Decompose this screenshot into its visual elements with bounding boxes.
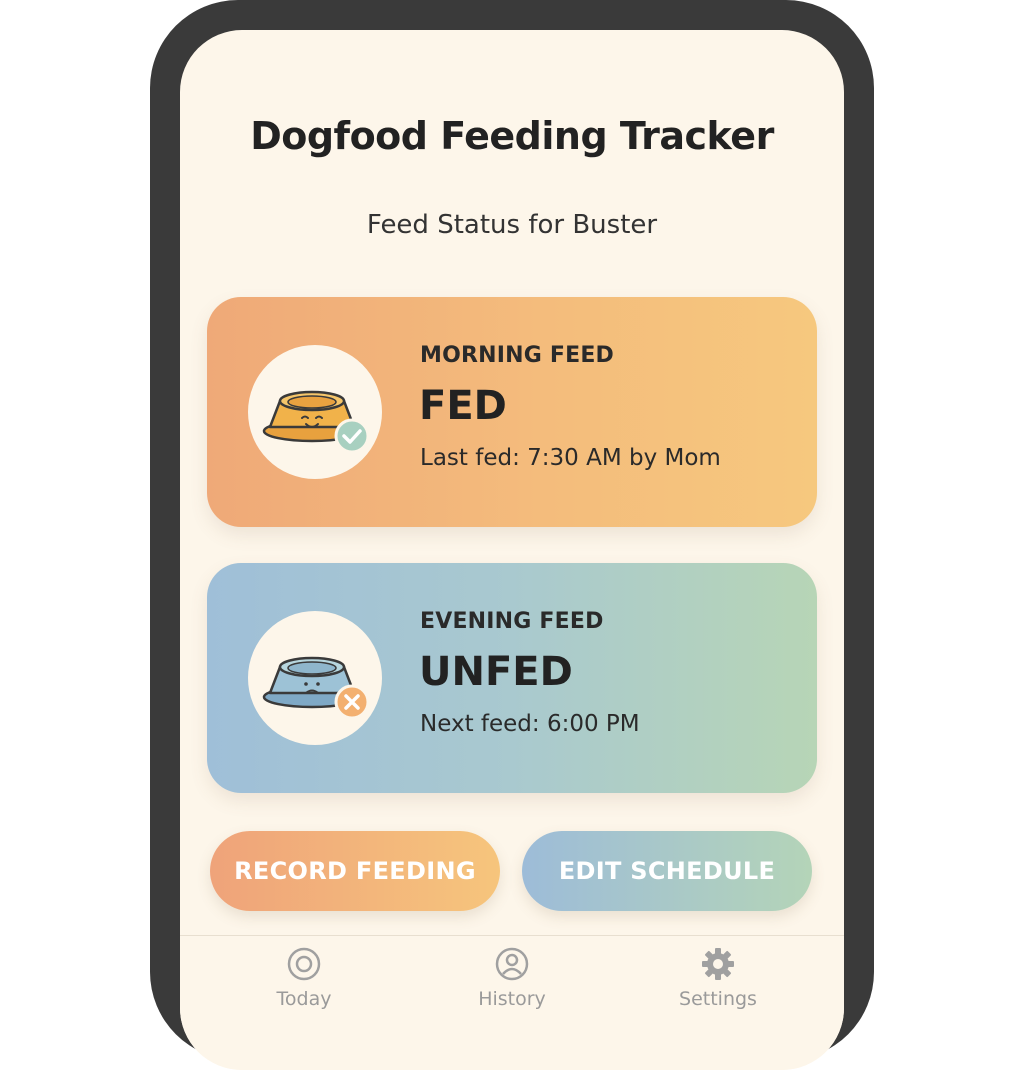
edit-schedule-button[interactable]: EDIT SCHEDULE	[522, 831, 812, 911]
evening-feed-detail: Next feed: 6:00 PM	[420, 711, 640, 737]
nav-label-history: History	[478, 988, 546, 1010]
record-feeding-button[interactable]: RECORD FEEDING	[210, 831, 500, 911]
evening-feed-status: UNFED	[419, 649, 573, 695]
phone-frame: Dogfood Feeding Tracker Feed Status for …	[150, 0, 874, 1070]
morning-feed-card[interactable]: MORNING FEED FED Last fed: 7:30 AM by Mo…	[207, 297, 817, 527]
morning-feed-label: MORNING FEED	[420, 343, 615, 368]
evening-feed-card[interactable]: EVENING FEED UNFED Next feed: 6:00 PM	[207, 563, 817, 793]
page-title: Dogfood Feeding Tracker	[250, 114, 774, 158]
evening-feed-label: EVENING FEED	[420, 609, 604, 634]
nav-item-history[interactable]: History	[442, 946, 582, 1010]
nav-label-today: Today	[276, 988, 332, 1010]
nav-label-settings: Settings	[679, 988, 757, 1010]
morning-feed-status: FED	[419, 383, 507, 429]
nav-item-today[interactable]: Today	[234, 946, 374, 1010]
bottom-nav: Today History Settings	[180, 935, 844, 1070]
morning-feed-detail: Last fed: 7:30 AM by Mom	[420, 445, 721, 471]
target-circle-icon	[287, 947, 321, 981]
profile-circle-icon	[495, 947, 529, 981]
page-subtitle: Feed Status for Buster	[366, 210, 658, 240]
nav-item-settings[interactable]: Settings	[648, 946, 788, 1010]
happy-bowl-check-icon	[248, 345, 382, 479]
app-screen: Dogfood Feeding Tracker Feed Status for …	[180, 30, 844, 1070]
gear-icon	[702, 948, 734, 980]
sad-bowl-x-icon	[248, 611, 382, 745]
